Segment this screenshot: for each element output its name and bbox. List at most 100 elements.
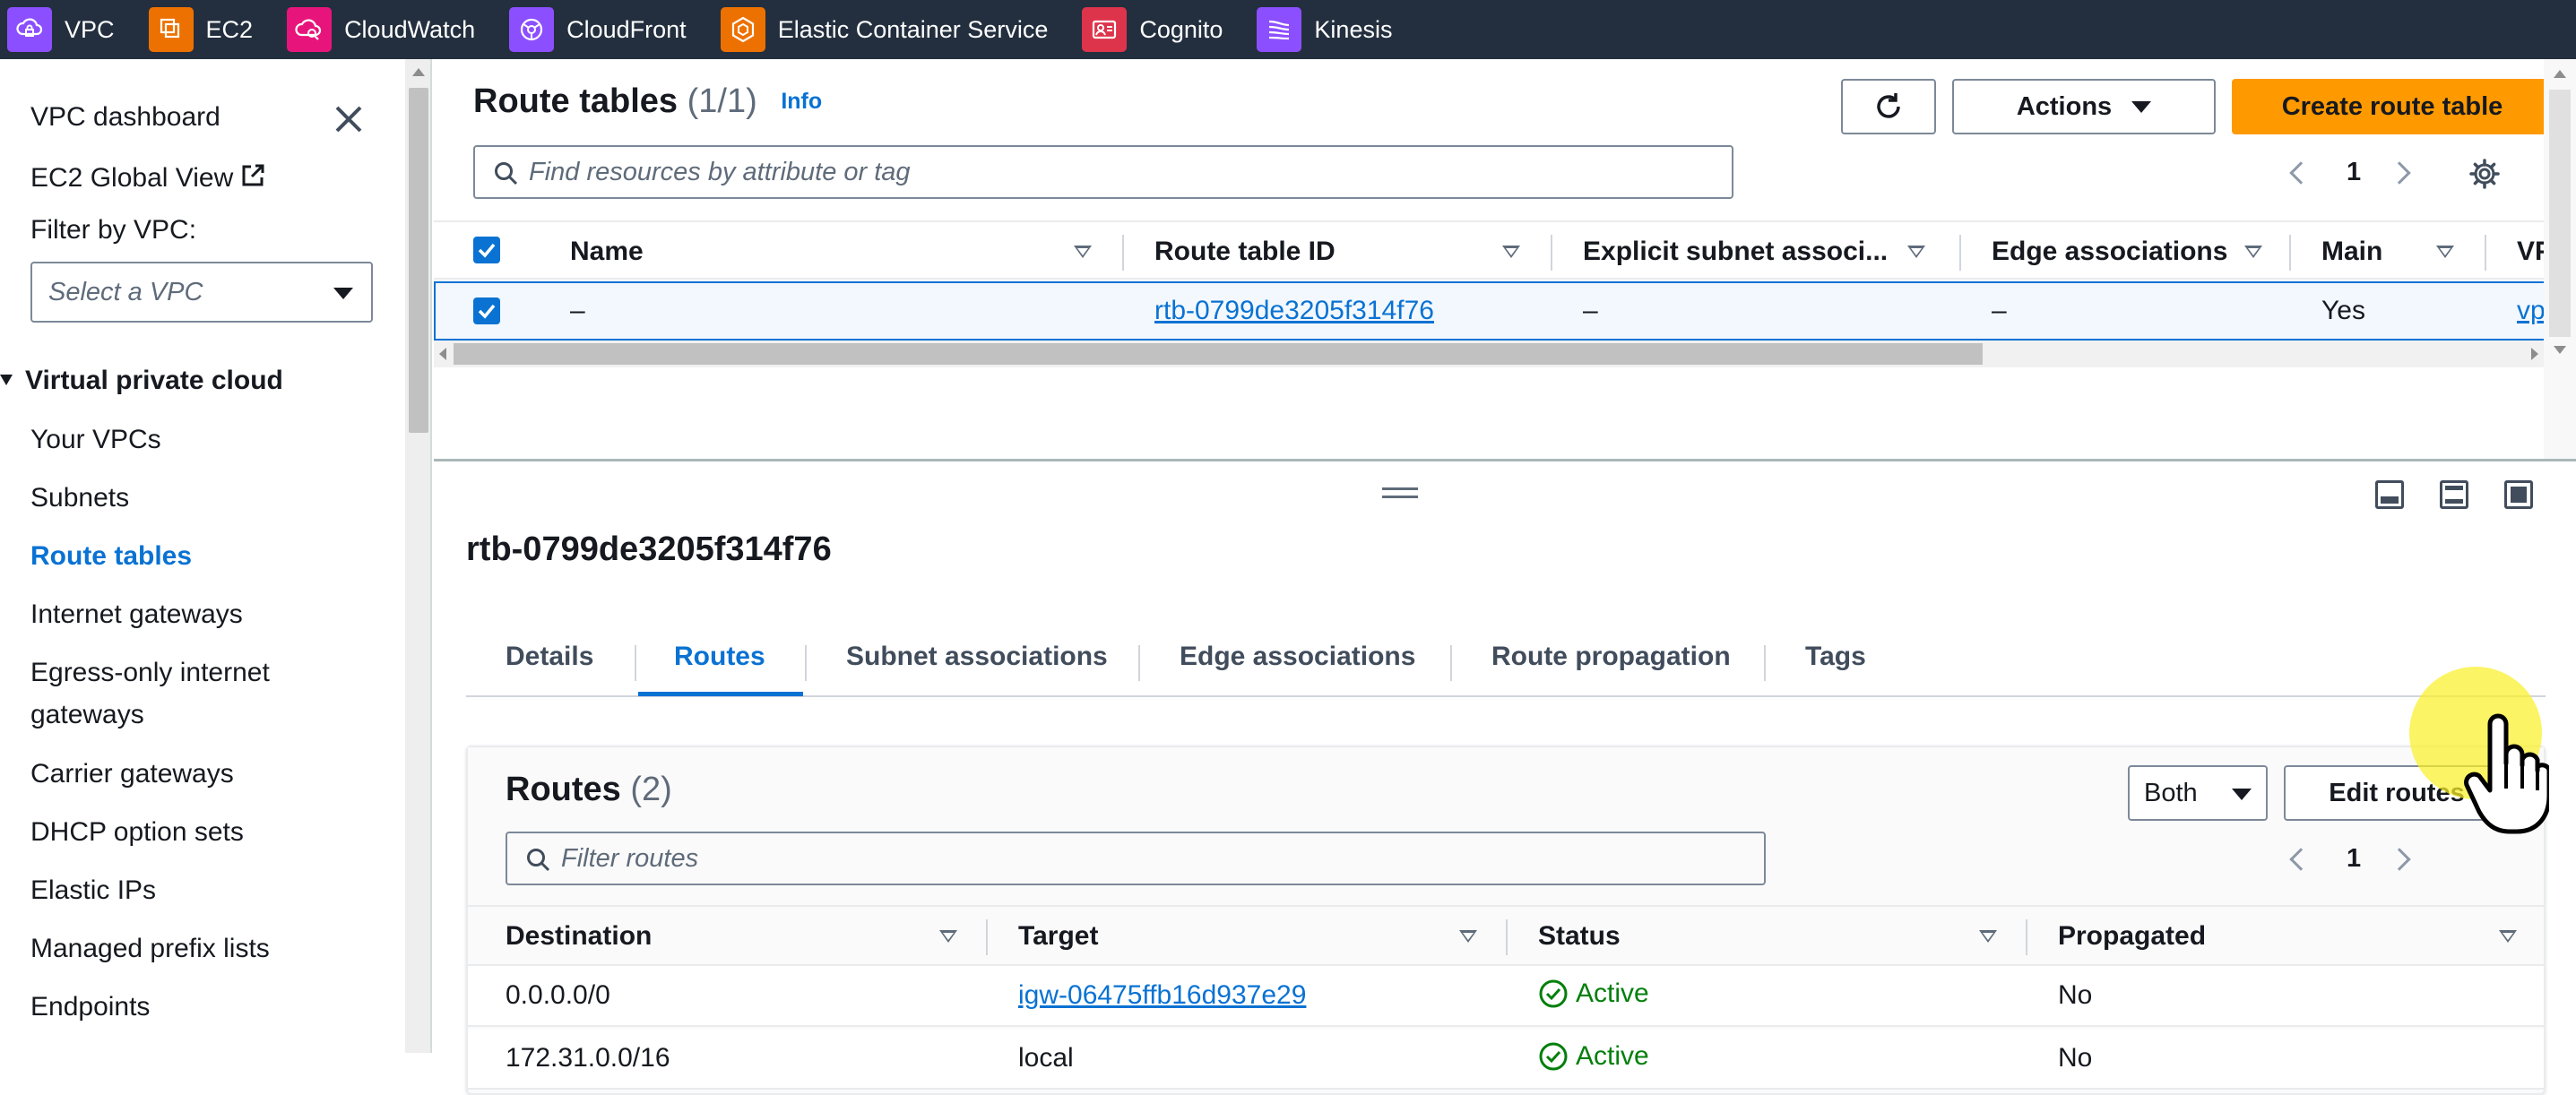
sort-icon[interactable] <box>2499 930 2517 943</box>
scroll-right-arrow-icon[interactable] <box>2531 348 2538 360</box>
sort-icon[interactable] <box>1979 930 1997 943</box>
sort-icon[interactable] <box>1459 930 1477 943</box>
sidebar-item-subnets[interactable]: Subnets <box>30 483 129 513</box>
column-divider[interactable] <box>2289 235 2291 271</box>
table-row[interactable]: – rtb-0799de3205f314f76 – – Yes vp <box>434 281 2576 341</box>
create-route-table-button[interactable]: Create route table <box>2232 79 2553 134</box>
tab-subnet-associations[interactable]: Subnet associations <box>846 642 1108 672</box>
column-divider[interactable] <box>2026 919 2027 955</box>
scroll-down-arrow-icon[interactable] <box>2554 346 2566 354</box>
sort-icon[interactable] <box>2436 246 2454 258</box>
route-filter-select[interactable]: Both <box>2128 765 2268 821</box>
tab-details[interactable]: Details <box>506 642 593 672</box>
sort-icon[interactable] <box>1907 246 1925 258</box>
split-full-icon[interactable] <box>2504 480 2533 509</box>
chevron-right-icon[interactable] <box>2388 847 2411 871</box>
scrollbar-thumb[interactable] <box>2549 90 2571 337</box>
scroll-left-arrow-icon[interactable] <box>439 348 446 360</box>
vertical-scrollbar[interactable] <box>2544 59 2576 459</box>
vpc-filter-select[interactable]: Select a VPC <box>30 262 373 323</box>
column-header-propagated[interactable]: Propagated <box>2058 921 2206 952</box>
scroll-up-arrow-icon[interactable] <box>2554 70 2566 78</box>
routes-search-input[interactable]: Filter routes <box>506 832 1766 885</box>
favorite-vpc[interactable]: VPC <box>7 0 115 59</box>
chevron-left-icon[interactable] <box>2289 847 2312 871</box>
favorite-cloudwatch[interactable]: CloudWatch <box>287 0 475 59</box>
sidebar-item-your-vpcs[interactable]: Your VPCs <box>30 425 161 455</box>
tab-routes[interactable]: Routes <box>674 642 765 672</box>
sort-icon[interactable] <box>2244 246 2262 258</box>
column-divider[interactable] <box>1506 919 1508 955</box>
column-header-target[interactable]: Target <box>1018 921 1098 952</box>
info-link[interactable]: Info <box>781 89 822 114</box>
close-icon[interactable] <box>332 102 366 136</box>
gear-icon[interactable] <box>2468 158 2501 190</box>
refresh-button[interactable] <box>1841 79 1936 134</box>
column-header-explicit-subnet[interactable]: Explicit subnet associ... <box>1583 237 1888 267</box>
column-divider[interactable] <box>986 919 988 955</box>
target-link[interactable]: igw-06475ffb16d937e29 <box>1018 980 1306 1011</box>
vpc-id-link[interactable]: vp <box>2517 296 2544 326</box>
tab-tags[interactable]: Tags <box>1805 642 1866 672</box>
favorite-cognito[interactable]: Cognito <box>1082 0 1223 59</box>
table-row[interactable]: 0.0.0.0/0 igw-06475ffb16d937e29 Active N… <box>468 966 2544 1027</box>
column-divider[interactable] <box>1551 235 1552 271</box>
column-divider[interactable] <box>1959 235 1961 271</box>
routes-title-text: Routes <box>506 771 621 808</box>
favorite-label: VPC <box>65 15 115 43</box>
sidebar-item-internet-gateways[interactable]: Internet gateways <box>30 599 243 630</box>
scroll-up-arrow-icon[interactable] <box>412 68 425 76</box>
column-header-route-table-id[interactable]: Route table ID <box>1154 237 1336 267</box>
sidebar: VPC dashboard EC2 Global View Filter by … <box>0 59 405 1053</box>
favorite-ec2[interactable]: EC2 <box>148 0 253 59</box>
sidebar-item-egress-only-internet-gateways[interactable]: gateways <box>30 700 144 730</box>
column-header-main[interactable]: Main <box>2321 237 2382 267</box>
sidebar-item-elastic-ips[interactable]: Elastic IPs <box>30 875 156 906</box>
actions-button[interactable]: Actions <box>1952 79 2216 134</box>
sort-icon[interactable] <box>1074 246 1092 258</box>
sidebar-item-endpoints[interactable]: Endpoints <box>30 992 150 1022</box>
drag-handle-icon[interactable] <box>1382 487 1418 498</box>
split-bottom-icon[interactable] <box>2375 480 2404 509</box>
column-divider[interactable] <box>2485 235 2486 271</box>
table-row[interactable]: 172.31.0.0/16 local Active No <box>468 1029 2544 1090</box>
chevron-left-icon[interactable] <box>2289 160 2312 185</box>
scrollbar-thumb[interactable] <box>409 88 428 433</box>
scrollbar-thumb[interactable] <box>454 343 1983 365</box>
detail-tabs: Details Routes Subnet associations Edge … <box>466 633 2546 697</box>
sort-icon[interactable] <box>939 930 957 943</box>
column-header-name[interactable]: Name <box>570 237 644 267</box>
column-header-vpc[interactable]: VP <box>2517 237 2544 267</box>
column-header-status[interactable]: Status <box>1538 921 1621 952</box>
sidebar-item-egress-only-internet-gateways[interactable]: Egress-only internet <box>30 658 270 688</box>
sidebar-item-managed-prefix-lists[interactable]: Managed prefix lists <box>30 934 270 964</box>
column-header-destination[interactable]: Destination <box>506 921 652 952</box>
column-header-edge-associations[interactable]: Edge associations <box>1992 237 2227 267</box>
favorite-ecs[interactable]: Elastic Container Service <box>720 0 1049 59</box>
sort-icon[interactable] <box>1502 246 1520 258</box>
route-tables-pane: Route tables (1/1) Info Actions Create r… <box>434 59 2576 459</box>
page-number[interactable]: 1 <box>2347 158 2361 187</box>
sidebar-item-ec2-global-view[interactable]: EC2 Global View <box>30 161 267 194</box>
tab-edge-associations[interactable]: Edge associations <box>1180 642 1415 672</box>
route-table-id-link[interactable]: rtb-0799de3205f314f76 <box>1154 296 1434 326</box>
tab-route-propagation[interactable]: Route propagation <box>1491 642 1731 672</box>
page-number[interactable]: 1 <box>2347 844 2361 874</box>
sidebar-item-dhcp-option-sets[interactable]: DHCP option sets <box>30 817 244 848</box>
row-checkbox[interactable] <box>473 297 500 324</box>
horizontal-scrollbar[interactable] <box>434 341 2576 367</box>
chevron-right-icon[interactable] <box>2388 160 2411 185</box>
favorite-cloudfront[interactable]: CloudFront <box>509 0 687 59</box>
sidebar-section-vpc[interactable]: Virtual private cloud <box>0 366 283 396</box>
route-tables-search-input[interactable]: Find resources by attribute or tag <box>473 145 1733 199</box>
sidebar-item-vpc-dashboard[interactable]: VPC dashboard <box>30 102 220 133</box>
sidebar-scrollbar[interactable] <box>405 59 432 1053</box>
column-divider[interactable] <box>1122 235 1124 271</box>
select-all-checkbox[interactable] <box>473 237 500 263</box>
sidebar-item-carrier-gateways[interactable]: Carrier gateways <box>30 759 234 789</box>
split-side-icon[interactable] <box>2440 480 2468 509</box>
favorite-label: Elastic Container Service <box>777 15 1049 43</box>
routes-header: Routes (2) Both Edit routes Filter route… <box>468 747 2544 905</box>
favorite-kinesis[interactable]: Kinesis <box>1257 0 1392 59</box>
sidebar-item-route-tables[interactable]: Route tables <box>30 541 192 572</box>
